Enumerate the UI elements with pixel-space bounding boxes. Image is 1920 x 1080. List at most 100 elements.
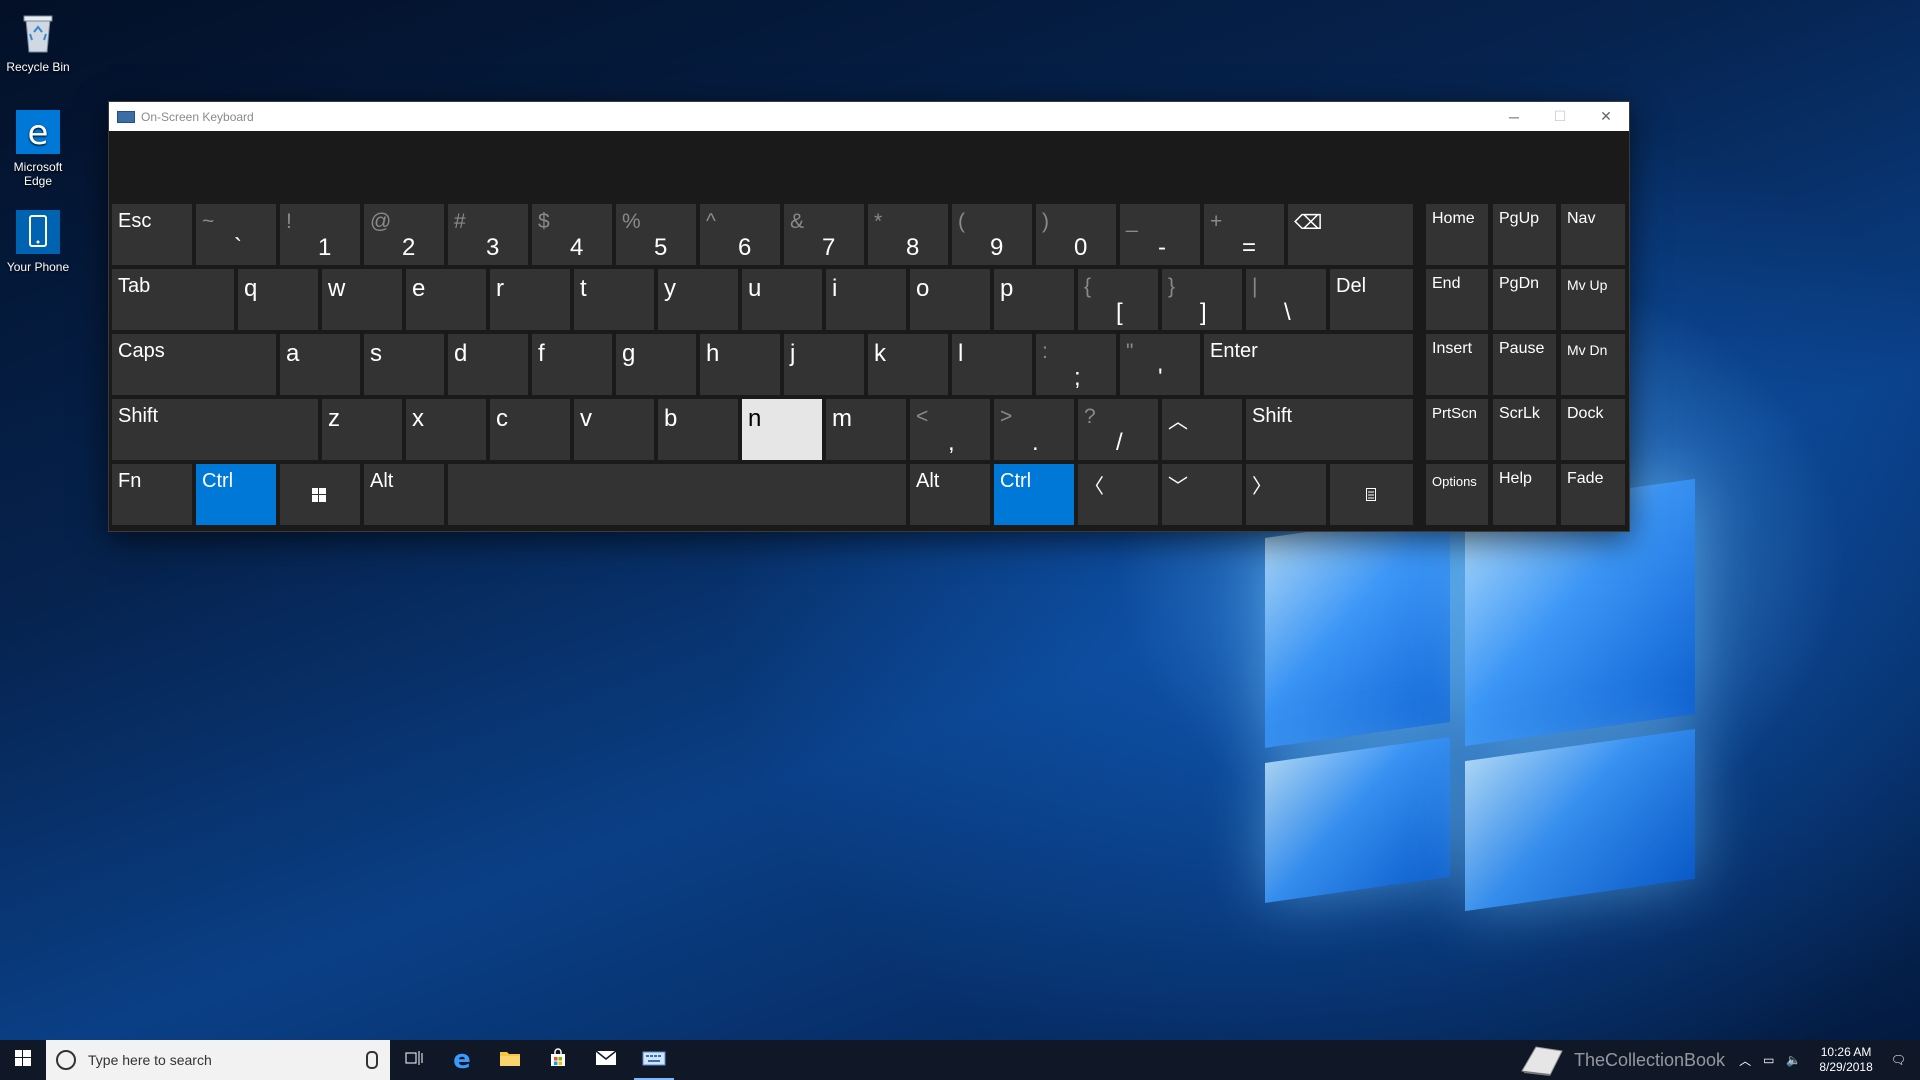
key-h[interactable]: h [700, 334, 780, 395]
key-backtick[interactable]: ~ ` [196, 204, 276, 265]
key-del[interactable]: Del [1330, 269, 1413, 330]
key-left-ctrl[interactable]: Ctrl [196, 464, 276, 525]
key-right-shift[interactable]: Shift [1246, 399, 1413, 460]
key-4[interactable]: $4 [532, 204, 612, 265]
key-l[interactable]: l [952, 334, 1032, 395]
key-right-ctrl[interactable]: Ctrl [994, 464, 1074, 525]
key-semicolon[interactable]: :; [1036, 334, 1116, 395]
key-w[interactable]: w [322, 269, 402, 330]
taskbar-edge-button[interactable]: e [438, 1040, 486, 1080]
desktop-icon-recycle-bin[interactable]: Recycle Bin [0, 8, 76, 74]
key-mv-up[interactable]: Mv Up [1561, 269, 1625, 330]
network-icon[interactable]: ▭ [1763, 1053, 1774, 1067]
key-a[interactable]: a [280, 334, 360, 395]
key-tab[interactable]: Tab [112, 269, 234, 330]
key-quote[interactable]: " ' [1120, 334, 1200, 395]
key-slash[interactable]: ? / [1078, 399, 1158, 460]
key-menu[interactable] [1330, 464, 1413, 525]
key-9[interactable]: (9 [952, 204, 1032, 265]
key-backspace[interactable]: ⌫ [1288, 204, 1413, 265]
key-j[interactable]: j [784, 334, 864, 395]
key-right-arrow[interactable]: 〉 [1246, 464, 1326, 525]
key-down-arrow[interactable]: ﹀ [1162, 464, 1242, 525]
key-s[interactable]: s [364, 334, 444, 395]
task-view-button[interactable] [390, 1040, 438, 1080]
key-m[interactable]: m [826, 399, 906, 460]
key-enter[interactable]: Enter [1204, 334, 1413, 395]
taskbar-osk-button[interactable] [630, 1040, 678, 1080]
key-0[interactable]: ) 0 [1036, 204, 1116, 265]
key-left-bracket[interactable]: {[ [1078, 269, 1158, 330]
key-dock[interactable]: Dock [1561, 399, 1625, 460]
key-prtscn[interactable]: PrtScn [1426, 399, 1488, 460]
key-insert[interactable]: Insert [1426, 334, 1488, 395]
key-6[interactable]: ^ 6 [700, 204, 780, 265]
key-u[interactable]: u [742, 269, 822, 330]
taskbar-search-box[interactable]: Type here to search [46, 1040, 390, 1080]
chevron-up-icon[interactable]: ︿ [1739, 1052, 1751, 1069]
key-minus[interactable]: _ - [1120, 204, 1200, 265]
key-c[interactable]: c [490, 399, 570, 460]
key-fade[interactable]: Fade [1561, 464, 1625, 525]
key-windows[interactable] [280, 464, 360, 525]
key-options[interactable]: Options [1426, 464, 1488, 525]
key-mv-dn[interactable]: Mv Dn [1561, 334, 1625, 395]
microphone-icon[interactable] [366, 1051, 378, 1069]
key-g[interactable]: g [616, 334, 696, 395]
key-scrlk[interactable]: ScrLk [1493, 399, 1556, 460]
key-2[interactable]: @2 [364, 204, 444, 265]
key-8[interactable]: * 8 [868, 204, 948, 265]
key-nav[interactable]: Nav [1561, 204, 1625, 265]
key-left-shift[interactable]: Shift [112, 399, 318, 460]
osk-titlebar[interactable]: On-Screen Keyboard ─ ☐ ✕ [109, 102, 1629, 131]
key-end[interactable]: End [1426, 269, 1488, 330]
key-e[interactable]: e [406, 269, 486, 330]
key-z[interactable]: z [322, 399, 402, 460]
key-fn[interactable]: Fn [112, 464, 192, 525]
key-esc[interactable]: Esc [112, 204, 192, 265]
start-button[interactable] [0, 1040, 46, 1080]
key-3[interactable]: #3 [448, 204, 528, 265]
taskbar-mail-button[interactable] [582, 1040, 630, 1080]
maximize-button[interactable]: ☐ [1537, 102, 1583, 131]
key-left-alt[interactable]: Alt [364, 464, 444, 525]
key-pgdn[interactable]: PgDn [1493, 269, 1556, 330]
key-pgup[interactable]: PgUp [1493, 204, 1556, 265]
key-y[interactable]: y [658, 269, 738, 330]
key-comma[interactable]: <, [910, 399, 990, 460]
minimize-button[interactable]: ─ [1491, 102, 1537, 131]
taskbar-clock[interactable]: 10:26 AM 8/29/2018 [1819, 1045, 1872, 1075]
key-x[interactable]: x [406, 399, 486, 460]
key-r[interactable]: r [490, 269, 570, 330]
key-1[interactable]: ! 1 [280, 204, 360, 265]
notification-icon[interactable]: 🗨 [1891, 1053, 1906, 1067]
key-7[interactable]: & 7 [784, 204, 864, 265]
desktop-icon-your-phone[interactable]: Your Phone [0, 208, 76, 274]
key-v[interactable]: v [574, 399, 654, 460]
volume-icon[interactable]: 🔈 [1786, 1053, 1801, 1067]
key-up-arrow[interactable]: ︿ [1162, 399, 1242, 460]
key-t[interactable]: t [574, 269, 654, 330]
key-f[interactable]: f [532, 334, 612, 395]
key-left-arrow[interactable]: 〈 [1078, 464, 1158, 525]
key-k[interactable]: k [868, 334, 948, 395]
key-equals[interactable]: + = [1204, 204, 1284, 265]
key-n[interactable]: n [742, 399, 822, 460]
key-p[interactable]: p [994, 269, 1074, 330]
key-o[interactable]: o [910, 269, 990, 330]
key-right-bracket[interactable]: }] [1162, 269, 1242, 330]
key-5[interactable]: % 5 [616, 204, 696, 265]
key-backslash[interactable]: | \ [1246, 269, 1326, 330]
taskbar-file-explorer-button[interactable] [486, 1040, 534, 1080]
key-caps[interactable]: Caps [112, 334, 276, 395]
key-period[interactable]: >. [994, 399, 1074, 460]
key-help[interactable]: Help [1493, 464, 1556, 525]
key-pause[interactable]: Pause [1493, 334, 1556, 395]
close-button[interactable]: ✕ [1583, 102, 1629, 131]
key-i[interactable]: i [826, 269, 906, 330]
key-space[interactable] [448, 464, 906, 525]
key-b[interactable]: b [658, 399, 738, 460]
key-home[interactable]: Home [1426, 204, 1488, 265]
key-right-alt[interactable]: Alt [910, 464, 990, 525]
desktop-icon-edge[interactable]: e Microsoft Edge [0, 108, 76, 188]
